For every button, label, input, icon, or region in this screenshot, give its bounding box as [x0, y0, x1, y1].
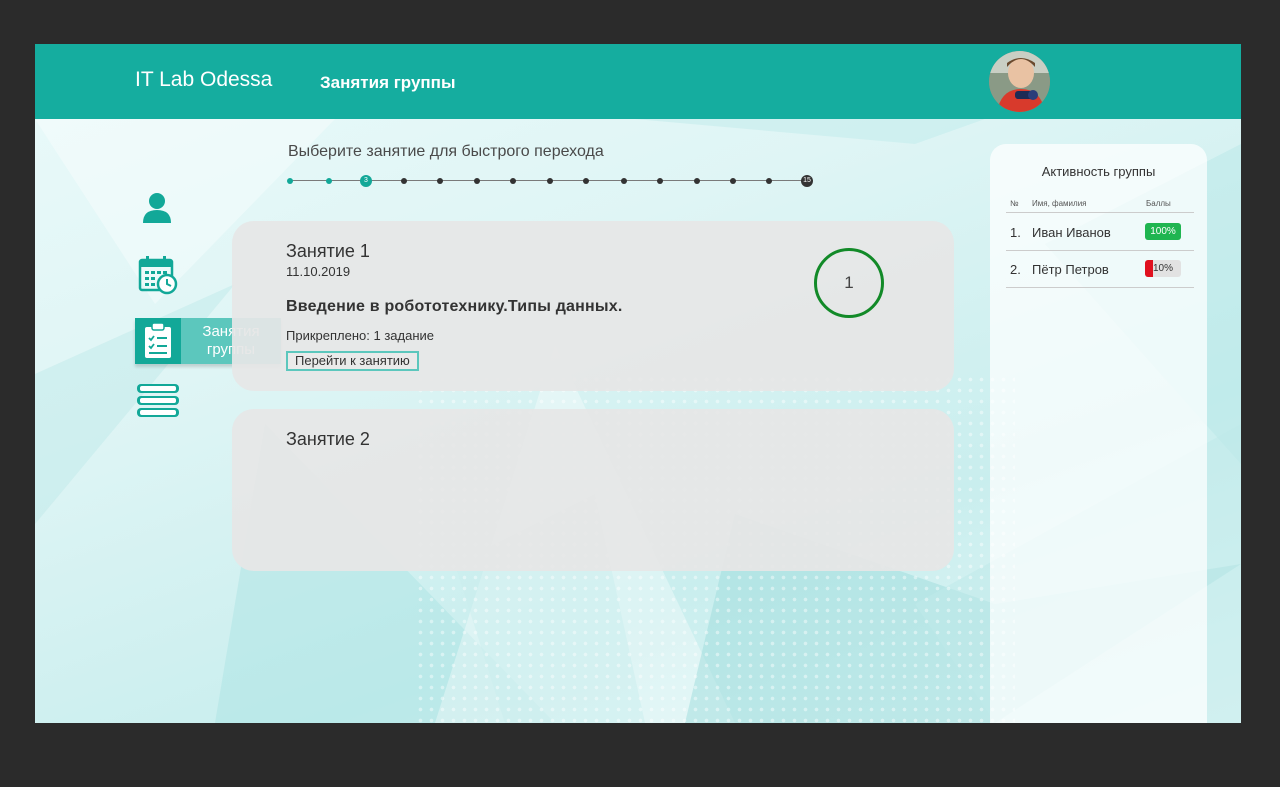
lesson-number-badge: 1 — [814, 248, 884, 318]
stepper-dot-current[interactable]: 3 — [360, 175, 372, 187]
row-number: 2. — [1010, 262, 1021, 277]
go-to-lesson-button[interactable]: Перейти к занятию — [286, 351, 419, 371]
stepper-dot-5[interactable] — [437, 178, 443, 184]
user-icon — [143, 193, 171, 223]
stepper-dot-6[interactable] — [474, 178, 480, 184]
sidebar-item-schedule[interactable] — [137, 254, 179, 296]
lesson-topic: Введение в робототехнику.Типы данных. — [286, 298, 623, 315]
sidebar-item-library[interactable] — [135, 382, 181, 420]
stepper-dot-9[interactable] — [583, 178, 589, 184]
lesson-card: Занятие 2 — [232, 409, 954, 571]
score-bar: 100% — [1145, 223, 1181, 240]
page-title: Занятия группы — [320, 73, 456, 92]
score-value: 10% — [1152, 263, 1173, 274]
group-activity-panel: Активность группы № Имя, фамилия Баллы 1… — [990, 144, 1207, 723]
lesson-attached-tasks: Прикреплено: 1 задание — [286, 328, 434, 343]
stepper-dot-4[interactable] — [401, 178, 407, 184]
clipboard-checklist-icon — [145, 322, 171, 358]
stepper-dot-1[interactable] — [287, 178, 293, 184]
lesson-card: Занятие 1 11.10.2019 Введение в робототе… — [232, 221, 954, 391]
student-name: Иван Иванов — [1032, 225, 1111, 240]
avatar-photo — [989, 51, 1050, 112]
score-value: 100% — [1150, 226, 1176, 237]
top-header: IT Lab Odessa Занятия группы — [35, 44, 1241, 119]
stepper-dot-12[interactable] — [694, 178, 700, 184]
stepper-dot-last[interactable]: 15 — [801, 175, 813, 187]
column-number: № — [1010, 199, 1019, 208]
score-bar: 10% — [1145, 260, 1181, 277]
sidebar-item-icon-box — [135, 318, 181, 364]
stepper-dot-14[interactable] — [766, 178, 772, 184]
lesson-date: 11.10.2019 — [286, 264, 351, 279]
stepper-title: Выберите занятие для быстрого перехода — [288, 143, 604, 160]
table-row[interactable]: 2. Пётр Петров 10% — [1006, 251, 1194, 288]
panel-title: Активность группы — [1041, 164, 1156, 179]
stepper-dot-2[interactable] — [326, 178, 332, 184]
stepper-dot-7[interactable] — [510, 178, 516, 184]
row-number: 1. — [1010, 225, 1021, 240]
column-score: Баллы — [1146, 199, 1171, 208]
column-name: Имя, фамилия — [1032, 199, 1087, 208]
sidebar-item-profile[interactable] — [141, 192, 173, 224]
calendar-clock-icon — [138, 256, 178, 295]
avatar[interactable] — [989, 51, 1050, 112]
stepper-dot-10[interactable] — [621, 178, 627, 184]
brand-name[interactable]: IT Lab Odessa — [135, 68, 272, 92]
table-row[interactable]: 1. Иван Иванов 100% — [1006, 214, 1194, 251]
stepper-dot-11[interactable] — [657, 178, 663, 184]
app-window: IT Lab Odessa Занятия группы Занятия гру… — [35, 44, 1241, 723]
panel-table-header: № Имя, фамилия Баллы — [1006, 199, 1194, 213]
books-icon — [137, 384, 179, 417]
stepper-dot-8[interactable] — [547, 178, 553, 184]
lesson-title: Занятие 2 — [286, 429, 370, 449]
student-name: Пётр Петров — [1032, 262, 1109, 277]
stepper-dot-13[interactable] — [730, 178, 736, 184]
lesson-stepper: 3 15 — [285, 175, 815, 187]
lesson-title: Занятие 1 — [286, 241, 370, 261]
